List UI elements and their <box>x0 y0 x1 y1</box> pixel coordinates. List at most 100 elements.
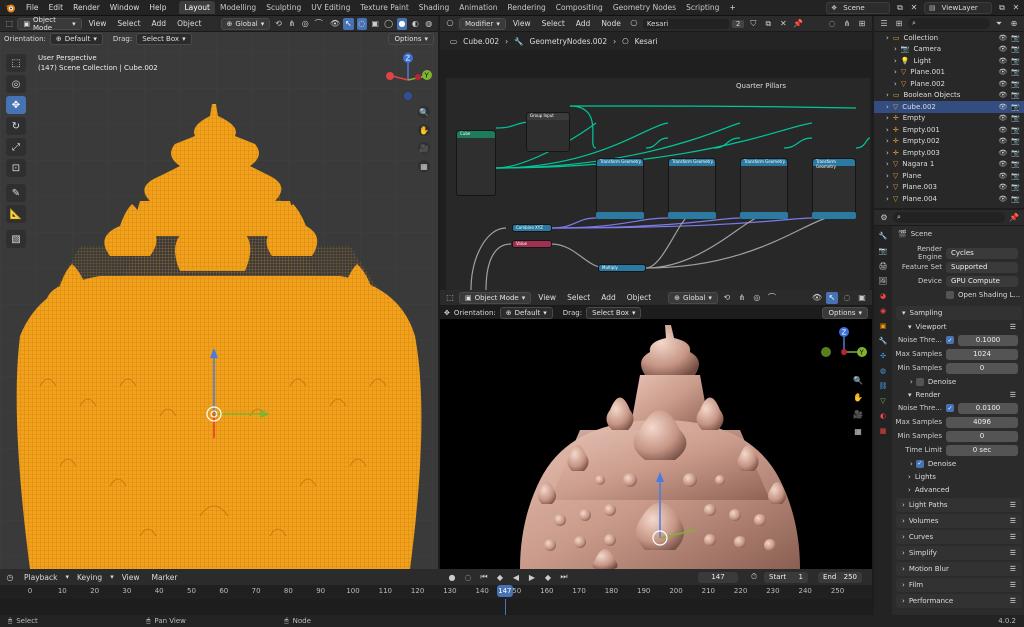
rotate-tool-icon[interactable]: ↻ <box>6 117 26 135</box>
particles-tab-icon[interactable]: ✣ <box>877 350 889 362</box>
temple-rendered-model[interactable] <box>500 320 820 569</box>
outliner-row[interactable]: › ▭ Boolean Objects 👁 📷 <box>874 90 1024 102</box>
panel-motion-blur[interactable]: › Motion Blur ☰ <box>896 562 1022 576</box>
render-max-field[interactable]: 4096 <box>946 416 1018 428</box>
render-tab-icon[interactable]: 📷 <box>877 245 889 257</box>
list-icon[interactable]: ☰ <box>1010 517 1016 525</box>
orientation-dropdown[interactable]: ⊕ Default ▾ <box>49 32 103 45</box>
tab-compositing[interactable]: Compositing <box>551 1 608 14</box>
eye-icon[interactable]: 👁 <box>998 137 1007 145</box>
outliner-row[interactable]: › ✛ Empty.001 👁 📷 <box>874 124 1024 136</box>
crumb-modifier[interactable]: GeometryNodes.002 <box>530 37 608 46</box>
world-tab-icon[interactable]: ◉ <box>877 305 889 317</box>
object-tab-icon[interactable]: ▣ <box>877 320 889 332</box>
panel-curves[interactable]: › Curves ☰ <box>896 530 1022 544</box>
transform-geometry-node-2[interactable]: Transform Geometry <box>668 158 716 218</box>
outliner-row[interactable]: › ▽ Plane.001 👁 📷 <box>874 67 1024 79</box>
outliner-row[interactable]: › ✛ Empty 👁 📷 <box>874 113 1024 125</box>
combine-xyz-node-3[interactable] <box>740 212 788 219</box>
chevron-right-icon[interactable]: › <box>886 195 889 203</box>
eye-icon[interactable]: 👁 <box>998 80 1007 88</box>
data-tab-icon[interactable]: ▽ <box>877 395 889 407</box>
outliner-row[interactable]: › ▽ Plane.002 👁 📷 <box>874 78 1024 90</box>
tab-animation[interactable]: Animation <box>454 1 502 14</box>
chevron-right-icon[interactable]: › <box>886 34 889 42</box>
eye-icon[interactable]: 👁 <box>998 126 1007 134</box>
value-node[interactable]: Value <box>512 240 552 248</box>
eye-icon[interactable]: 👁 <box>998 45 1007 53</box>
editor-settings-icon[interactable]: ⊞ <box>856 18 868 30</box>
measure-tool-icon[interactable]: 📐 <box>6 205 26 223</box>
add-menu[interactable]: Add <box>148 19 171 28</box>
chevron-right-icon[interactable]: › <box>894 45 897 53</box>
annotate-tool-icon[interactable]: ✎ <box>6 184 26 202</box>
add-cube-tool-icon[interactable]: ▧ <box>6 230 26 248</box>
outliner-row[interactable]: › ▭ Collection 👁 📷 <box>874 32 1024 44</box>
node-editor-type-icon[interactable]: ⎔ <box>444 18 456 30</box>
camera-render-icon[interactable]: 📷 <box>1011 34 1020 42</box>
cursor-tool-icon[interactable]: ◎ <box>6 75 26 93</box>
node-add-menu[interactable]: Add <box>572 19 595 28</box>
list-icon[interactable]: ☰ <box>1010 533 1016 541</box>
eye-icon[interactable]: 👁 <box>998 91 1007 99</box>
filter-icon[interactable]: ⏷ <box>993 18 1005 30</box>
editor-type-icon[interactable]: ⬚ <box>4 18 14 30</box>
advanced-subpanel[interactable]: › Advanced <box>894 483 1024 496</box>
chevron-right-icon[interactable]: › <box>886 91 889 99</box>
scale-tool-icon[interactable]: ⤢ <box>6 138 26 156</box>
panel-performance[interactable]: › Performance ☰ <box>896 594 1022 608</box>
camera-render-icon[interactable]: 📷 <box>1011 68 1020 76</box>
tab-scripting[interactable]: Scripting <box>681 1 724 14</box>
menu-file[interactable]: File <box>21 3 44 12</box>
new-collection-icon[interactable]: ⊕ <box>1008 18 1020 30</box>
camera-render-icon[interactable]: 📷 <box>1011 137 1020 145</box>
material-tab-icon[interactable]: ◐ <box>877 410 889 422</box>
outliner-search-input[interactable]: ⌕ <box>908 18 990 29</box>
tab-rendering[interactable]: Rendering <box>502 1 550 14</box>
camera-render-icon[interactable]: 📷 <box>1011 126 1020 134</box>
view-layer-selector[interactable]: ▤ ViewLayer <box>924 1 992 14</box>
list-icon[interactable]: ☰ <box>1010 391 1016 399</box>
camera-render-icon[interactable]: 📷 <box>1011 91 1020 99</box>
transform-geometry-node-4[interactable]: Transform Geometry <box>812 158 856 218</box>
eye-icon[interactable]: 👁 <box>998 149 1007 157</box>
pin-icon[interactable]: 📌 <box>792 18 804 30</box>
select-menu[interactable]: Select <box>113 19 144 28</box>
keying-menu[interactable]: Keying <box>73 573 106 582</box>
snap-icon[interactable]: ⋔ <box>287 18 297 30</box>
add-menu[interactable]: Add <box>597 293 620 302</box>
shield-icon[interactable]: ⛉ <box>747 18 759 30</box>
constraints-tab-icon[interactable]: ⛓ <box>877 380 889 392</box>
panel-simplify[interactable]: › Simplify ☰ <box>896 546 1022 560</box>
list-icon[interactable]: ☰ <box>1010 549 1016 557</box>
pin-icon[interactable]: 📌 <box>1008 212 1020 224</box>
transform-orientation-dropdown[interactable]: ⊕ Global ▾ <box>220 17 271 30</box>
camera-render-icon[interactable]: 📷 <box>1011 149 1020 157</box>
chevron-right-icon[interactable]: › <box>886 126 889 134</box>
eye-icon[interactable]: 👁 <box>998 172 1007 180</box>
chevron-right-icon[interactable]: › <box>886 103 889 111</box>
viewport-noise-checkbox[interactable]: ✓ <box>946 336 954 344</box>
feature-set-dropdown[interactable]: Supported <box>946 261 1018 273</box>
shading-wireframe-icon[interactable]: ◯ <box>383 18 393 30</box>
camera-render-icon[interactable]: 📷 <box>1011 114 1020 122</box>
end-frame-field[interactable]: End 250 <box>818 571 862 583</box>
camera-view-icon[interactable]: 🎥 <box>852 408 864 420</box>
outliner-row[interactable]: › ▽ Plane.003 👁 📷 <box>874 182 1024 194</box>
options-dropdown[interactable]: Options ▾ <box>822 306 868 319</box>
camera-render-icon[interactable]: 📷 <box>1011 160 1020 168</box>
eye-icon[interactable]: 👁 <box>998 57 1007 65</box>
outliner-type-icon[interactable]: ☰ <box>878 18 890 30</box>
node-canvas[interactable]: Quarter Pillars Cube Group Input Transfo… <box>446 78 870 290</box>
pan-hand-icon[interactable]: ✋ <box>418 124 430 136</box>
chevron-right-icon[interactable]: › <box>886 183 889 191</box>
group-input-node[interactable]: Group Input <box>526 112 570 152</box>
geometry-node-editor[interactable]: ⎔ Modifier ▾ View Select Add Node ⎔ Kesar… <box>440 16 872 290</box>
combine-xyz-node-1[interactable] <box>596 212 644 219</box>
list-icon[interactable]: ☰ <box>1010 323 1016 331</box>
combine-xyz-node[interactable]: Combine XYZ <box>512 224 552 232</box>
chevron-right-icon[interactable]: › <box>886 172 889 180</box>
tab-modelling[interactable]: Modelling <box>215 1 261 14</box>
playhead[interactable]: 147 <box>496 585 513 597</box>
delete-scene-icon[interactable]: ✕ <box>908 2 920 14</box>
